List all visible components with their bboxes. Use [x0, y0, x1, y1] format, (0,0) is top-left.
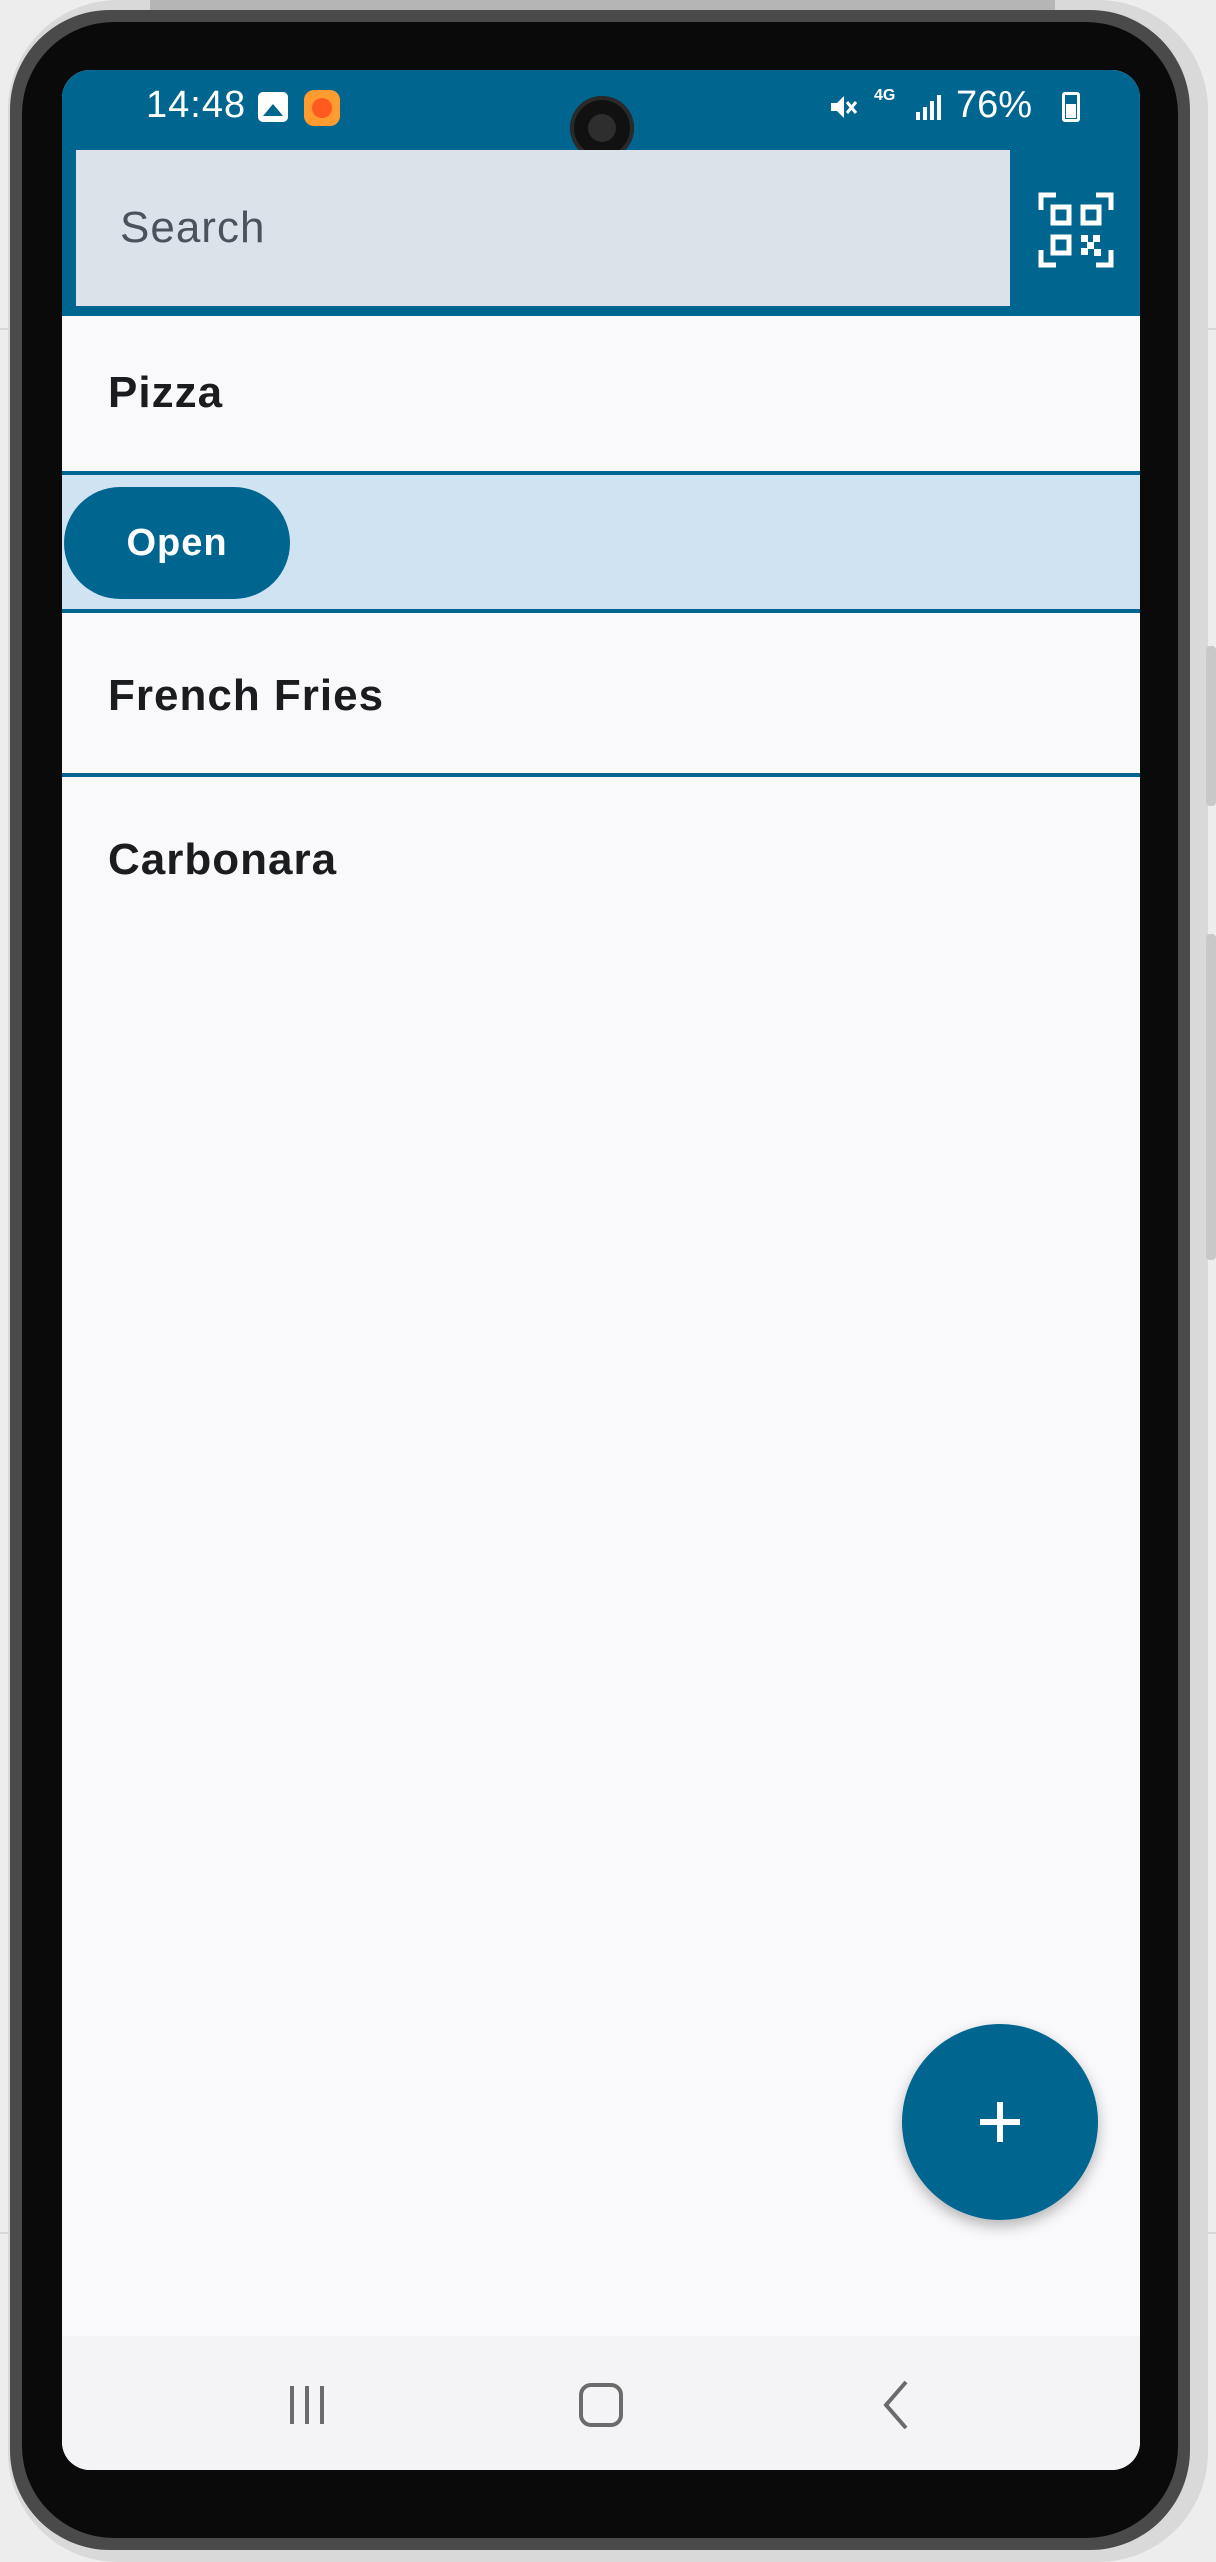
- signal-icon: [916, 95, 941, 120]
- qr-code-scan-icon[interactable]: [1038, 192, 1114, 268]
- list-item-carbonara[interactable]: Carbonara: [62, 777, 1140, 937]
- list-item-actions: Open: [62, 475, 1140, 613]
- app-bar: 14:48 4G 76%: [62, 70, 1140, 316]
- gallery-icon: [258, 92, 288, 122]
- status-time: 14:48: [146, 84, 247, 126]
- search-input[interactable]: [76, 150, 1010, 306]
- power-button: [1206, 934, 1216, 1260]
- item-list: Pizza Open French Fries Carbonara: [62, 316, 1140, 937]
- add-item-button[interactable]: [902, 2024, 1098, 2220]
- home-icon[interactable]: [566, 2370, 636, 2440]
- notification-app-icon: [304, 90, 340, 126]
- back-icon[interactable]: [862, 2370, 932, 2440]
- list-item-label: French Fries: [108, 671, 385, 720]
- list-item-label: Carbonara: [108, 835, 338, 884]
- mute-icon: [831, 96, 858, 118]
- open-button[interactable]: Open: [64, 487, 290, 599]
- system-nav-bar: [62, 2336, 1140, 2470]
- recents-icon[interactable]: [272, 2370, 342, 2440]
- network-type: 4G: [874, 87, 896, 104]
- plus-icon: [980, 2102, 1020, 2142]
- battery-percent: 76%: [955, 84, 1032, 126]
- list-item-french-fries[interactable]: French Fries: [62, 613, 1140, 777]
- battery-icon: [1062, 92, 1080, 122]
- list-item-pizza[interactable]: Pizza: [62, 316, 1140, 475]
- phone-screen: 14:48 4G 76% Search Pizza Open French Fr…: [62, 70, 1140, 2470]
- volume-button: [1206, 646, 1216, 806]
- list-item-label: Pizza: [108, 368, 224, 417]
